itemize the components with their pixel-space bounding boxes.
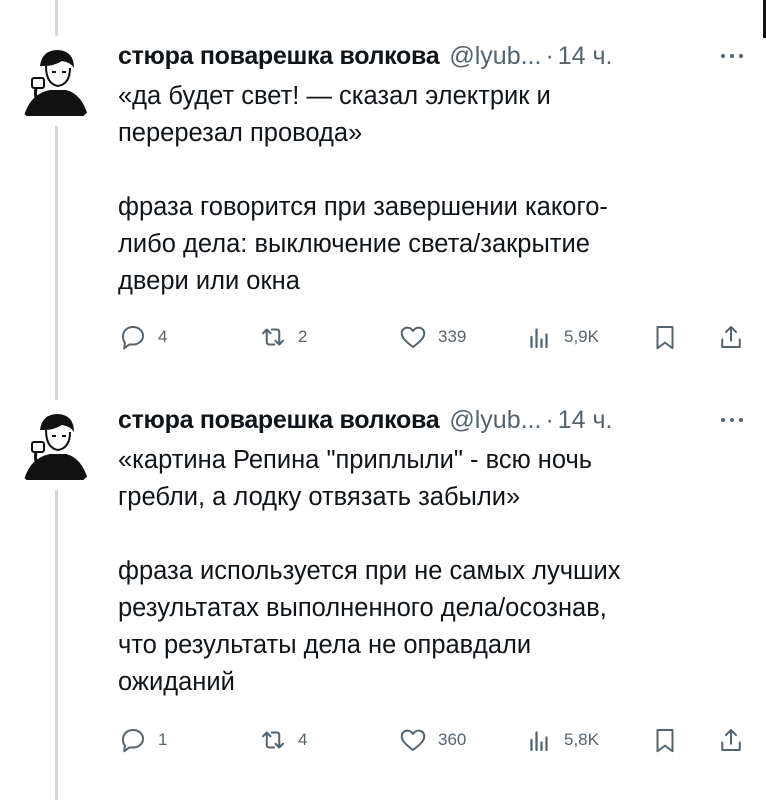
share-icon xyxy=(721,729,741,751)
avatar[interactable] xyxy=(10,36,100,126)
views-icon xyxy=(530,328,548,349)
repost-icon xyxy=(262,328,284,346)
views-icon xyxy=(530,731,548,752)
avatar-illustration xyxy=(10,36,100,126)
text-line: «картина Репина "приплыли" - всю ночь xyxy=(118,446,593,474)
author-handle[interactable]: @lyub... xyxy=(449,42,541,71)
separator: · xyxy=(545,405,554,434)
tweet-header: стюра поварешка волкова @lyub... · 14 ч. xyxy=(118,38,746,74)
views-button[interactable]: 5,8K xyxy=(524,723,599,757)
bookmark-icon xyxy=(656,326,674,350)
heart-icon xyxy=(400,326,426,348)
reply-count: 1 xyxy=(158,730,168,749)
tweet-text: «да будет свет! — сказал электрик и пере… xyxy=(118,78,738,300)
separator: · xyxy=(545,41,554,70)
repost-count: 4 xyxy=(298,730,308,749)
heart-icon xyxy=(400,729,426,751)
more-icon[interactable] xyxy=(718,408,746,428)
action-bar: 1 4 360 5,8K xyxy=(118,723,754,757)
share-button[interactable] xyxy=(716,320,746,354)
reply-icon xyxy=(122,326,144,350)
text-line: фраза говорится при завершении какого- xyxy=(118,193,608,221)
reply-icon xyxy=(122,729,144,753)
repost-button[interactable]: 4 xyxy=(258,723,307,757)
like-count: 360 xyxy=(438,730,467,749)
like-button[interactable]: 339 xyxy=(398,320,466,354)
timestamp[interactable]: 14 ч. xyxy=(558,42,613,71)
author-name[interactable]: стюра поварешка волкова xyxy=(118,42,440,71)
author-name[interactable]: стюра поварешка волкова xyxy=(118,406,440,435)
bookmark-button[interactable] xyxy=(650,320,680,354)
like-count: 339 xyxy=(438,327,467,346)
share-icon xyxy=(721,326,741,348)
text-line: что результаты дела не оправдали xyxy=(118,631,532,659)
text-line: фраза используется при не самых лучших xyxy=(118,557,621,585)
views-count: 5,8K xyxy=(564,730,599,749)
text-line: ожиданий xyxy=(118,668,235,696)
avatar[interactable] xyxy=(10,400,100,490)
repost-icon xyxy=(262,731,284,749)
tweet-header: стюра поварешка волкова @lyub... · 14 ч. xyxy=(118,402,746,438)
repost-count: 2 xyxy=(298,327,308,346)
more-icon[interactable] xyxy=(718,44,746,64)
share-button[interactable] xyxy=(716,723,746,757)
text-line: результатах выполненного дела/осознав, xyxy=(118,594,607,622)
author-handle[interactable]: @lyub... xyxy=(449,406,541,435)
timestamp[interactable]: 14 ч. xyxy=(558,406,613,435)
reply-button[interactable]: 1 xyxy=(118,723,167,757)
bookmark-button[interactable] xyxy=(650,723,680,757)
reply-count: 4 xyxy=(158,327,168,346)
action-bar: 4 2 339 5,9K xyxy=(118,320,754,354)
text-line: перерезал провода» xyxy=(118,119,363,147)
reply-button[interactable]: 4 xyxy=(118,320,167,354)
text-line: либо дела: выключение света/закрытие xyxy=(118,230,590,258)
text-line: гребли, а лодку отвязать забыли» xyxy=(118,483,521,511)
text-line: двери или окна xyxy=(118,267,300,295)
like-button[interactable]: 360 xyxy=(398,723,466,757)
repost-button[interactable]: 2 xyxy=(258,320,307,354)
views-count: 5,9K xyxy=(564,327,599,346)
text-line: «да будет свет! — сказал электрик и xyxy=(118,82,551,110)
avatar-illustration xyxy=(10,400,100,490)
views-button[interactable]: 5,9K xyxy=(524,320,599,354)
tweet-text: «картина Репина "приплыли" - всю ночь гр… xyxy=(118,442,738,701)
bookmark-icon xyxy=(656,729,674,753)
